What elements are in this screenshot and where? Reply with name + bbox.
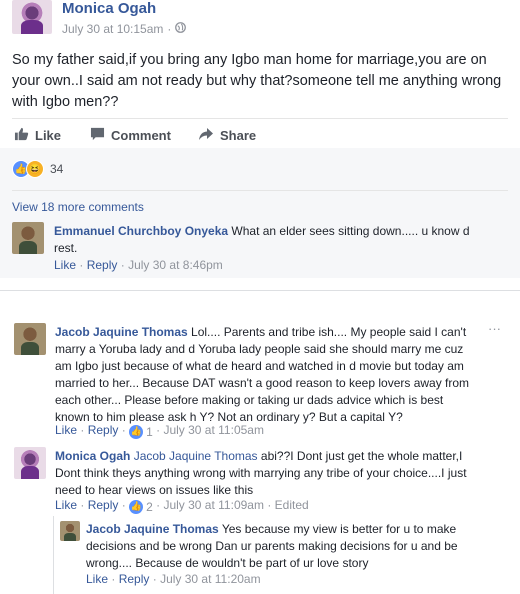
monica-avatar[interactable]	[14, 447, 46, 479]
comment-actions: Like · Reply · 👍 1 · July 30 at 11:05am	[55, 423, 264, 439]
divider	[12, 118, 508, 119]
share-label: Share	[220, 128, 257, 143]
comment-icon	[90, 127, 105, 144]
comment-like-link[interactable]: Like	[54, 258, 76, 272]
comment-text: Lol.... Parents and tribe ish.... My peo…	[55, 325, 470, 424]
view-more-comments-link[interactable]: View 18 more comments	[12, 200, 144, 214]
like-label: Like	[35, 128, 62, 143]
reactions-summary[interactable]: 👍 😆 34	[12, 160, 63, 178]
comment-thread: Jacob Jaquine Thomas Lol.... Parents and…	[0, 290, 520, 594]
comment-time[interactable]: July 30 at 11:09am	[163, 498, 264, 512]
comment-body: Jacob Jaquine Thomas Lol.... Parents and…	[55, 324, 475, 426]
comment-reply-link[interactable]: Reply	[88, 423, 119, 437]
comment-actions: Like · Reply · July 30 at 11:20am	[86, 572, 261, 586]
comment-body: Monica Ogah Jacob Jaquine Thomas abi??I …	[55, 448, 475, 499]
thumbs-up-icon: 👍	[129, 424, 144, 439]
comment-like-link[interactable]: Like	[86, 572, 108, 586]
divider	[12, 190, 508, 191]
commenter-avatar[interactable]	[12, 222, 44, 254]
comment-time[interactable]: July 30 at 8:46pm	[128, 258, 223, 272]
edited-label[interactable]: Edited	[275, 498, 309, 512]
comment-time[interactable]: July 30 at 11:20am	[160, 572, 261, 586]
jacob-avatar[interactable]	[14, 323, 46, 355]
post-text: So my father said,if you bring any Igbo …	[12, 52, 502, 110]
comment-like-link[interactable]: Like	[55, 423, 77, 437]
comment-actions: Like · Reply · July 30 at 8:46pm	[54, 258, 223, 272]
comment-reply-link[interactable]: Reply	[119, 572, 150, 586]
comment-author[interactable]: Monica Ogah	[55, 449, 130, 463]
like-button[interactable]: Like	[14, 127, 61, 144]
comment-like-count[interactable]: 👍 1	[129, 424, 153, 439]
post-card: Monica Ogah July 30 at 10:15am · So my f…	[0, 0, 520, 278]
comment-button[interactable]: Comment	[90, 127, 171, 144]
thumbs-up-icon: 👍	[129, 499, 144, 514]
comments-section: 👍 😆 34 View 18 more comments Emmanuel Ch…	[0, 148, 520, 278]
comment-reply-link[interactable]: Reply	[87, 258, 118, 272]
thread-line	[53, 516, 54, 594]
comment-time[interactable]: July 30 at 11:05am	[163, 423, 264, 437]
post-meta: July 30 at 10:15am ·	[62, 22, 187, 36]
share-icon	[198, 127, 214, 144]
comment-author[interactable]: Emmanuel Churchboy Onyeka	[54, 224, 228, 238]
author-avatar[interactable]	[12, 0, 52, 34]
globe-icon	[175, 22, 187, 36]
comment-options-icon[interactable]: ···	[488, 321, 501, 336]
comment-actions: Like · Reply · 👍 2 · July 30 at 11:09am …	[55, 498, 309, 514]
haha-reaction-icon: 😆	[26, 160, 44, 178]
post-author[interactable]: Monica Ogah	[62, 0, 156, 17]
comment-like-link[interactable]: Like	[55, 498, 77, 512]
gap	[0, 278, 520, 290]
post-timestamp[interactable]: July 30 at 10:15am	[62, 22, 163, 36]
comment-author[interactable]: Jacob Jaquine Thomas	[86, 522, 219, 536]
comment-like-count[interactable]: 👍 2	[129, 499, 153, 514]
comment-body: Emmanuel Churchboy Onyeka What an elder …	[54, 223, 474, 257]
reaction-count: 34	[50, 162, 64, 176]
comment-body: Jacob Jaquine Thomas Yes because my view…	[86, 521, 486, 572]
separator-dot: ·	[167, 22, 172, 36]
thumbs-up-icon	[14, 127, 29, 144]
comment-reply-link[interactable]: Reply	[88, 498, 119, 512]
jacob-avatar-small[interactable]	[60, 521, 80, 541]
share-button[interactable]: Share	[198, 127, 256, 144]
comment-mention[interactable]: Jacob Jaquine Thomas	[134, 449, 258, 463]
comment-author[interactable]: Jacob Jaquine Thomas	[55, 325, 188, 339]
comment-label: Comment	[111, 128, 171, 143]
